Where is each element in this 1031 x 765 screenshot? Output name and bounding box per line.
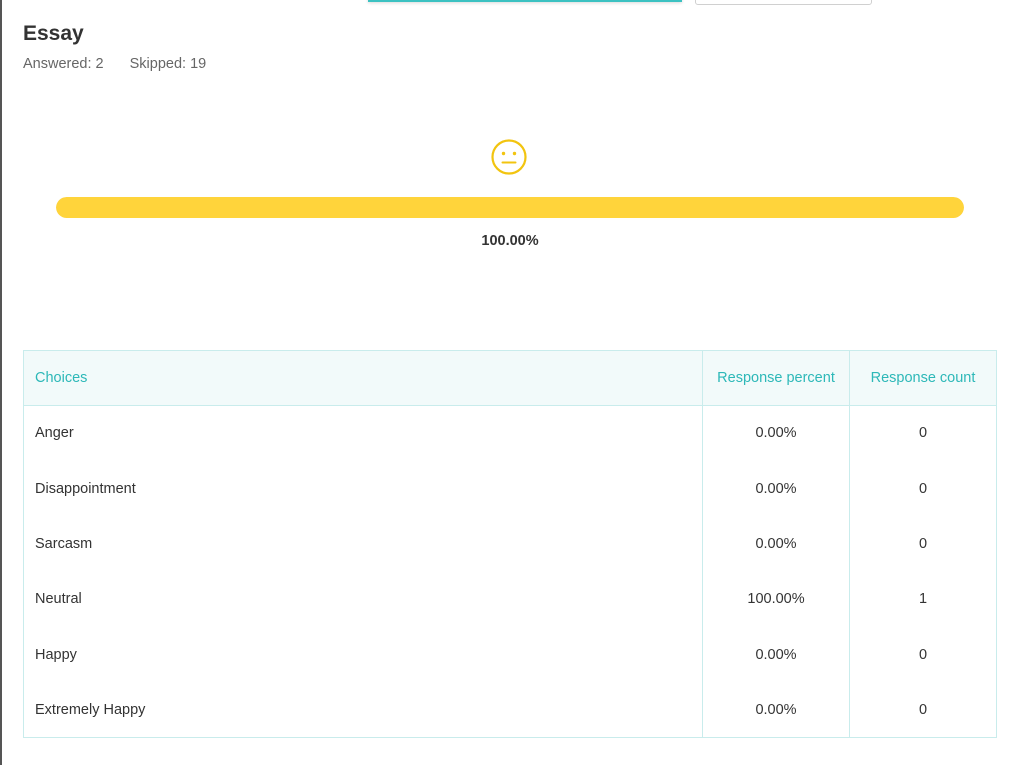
- response-count: 0: [849, 460, 997, 517]
- response-count: 0: [849, 516, 997, 572]
- window-edge: [0, 0, 2, 765]
- choice-label: Disappointment: [23, 460, 703, 517]
- table-header-row: Choices Response percent Response count: [23, 350, 997, 406]
- table-row: Sarcasm 0.00% 0: [23, 516, 997, 572]
- responses-table: Choices Response percent Response count …: [23, 350, 997, 739]
- sentiment-percent-label: 100.00%: [481, 233, 539, 249]
- response-percent: 0.00%: [702, 516, 850, 572]
- choice-label: Happy: [23, 627, 703, 683]
- table-row: Neutral 100.00% 1: [23, 571, 997, 628]
- header-response-count[interactable]: Response count: [849, 350, 997, 406]
- response-count: 0: [849, 682, 997, 739]
- choice-label: Extremely Happy: [23, 682, 703, 739]
- response-percent: 0.00%: [702, 627, 850, 683]
- answered-count: Answered: 2: [23, 56, 104, 72]
- table-row: Happy 0.00% 0: [23, 627, 997, 683]
- table-row: Anger 0.00% 0: [23, 405, 997, 461]
- skipped-count: Skipped: 19: [129, 56, 207, 72]
- sentiment-progress-bar: [56, 197, 964, 218]
- table-row: Extremely Happy 0.00% 0: [23, 682, 997, 739]
- response-count: 0: [849, 405, 997, 461]
- question-title: Essay: [23, 22, 84, 45]
- question-stats: Answered: 2 Skipped: 19: [23, 56, 206, 72]
- choice-label: Sarcasm: [23, 516, 703, 572]
- response-count: 1: [849, 571, 997, 628]
- response-percent: 0.00%: [702, 682, 850, 739]
- response-count: 0: [849, 627, 997, 683]
- choice-label: Neutral: [23, 571, 703, 628]
- top-dropdown-partial[interactable]: [695, 0, 872, 5]
- response-percent: 0.00%: [702, 460, 850, 517]
- top-tab-partial[interactable]: [368, 0, 682, 2]
- response-percent: 0.00%: [702, 405, 850, 461]
- neutral-face-icon: [491, 139, 527, 175]
- response-percent: 100.00%: [702, 571, 850, 628]
- table-row: Disappointment 0.00% 0: [23, 460, 997, 517]
- sentiment-progress-fill: [56, 197, 964, 218]
- header-choices[interactable]: Choices: [23, 350, 703, 406]
- header-response-percent[interactable]: Response percent: [702, 350, 850, 406]
- choice-label: Anger: [23, 405, 703, 461]
